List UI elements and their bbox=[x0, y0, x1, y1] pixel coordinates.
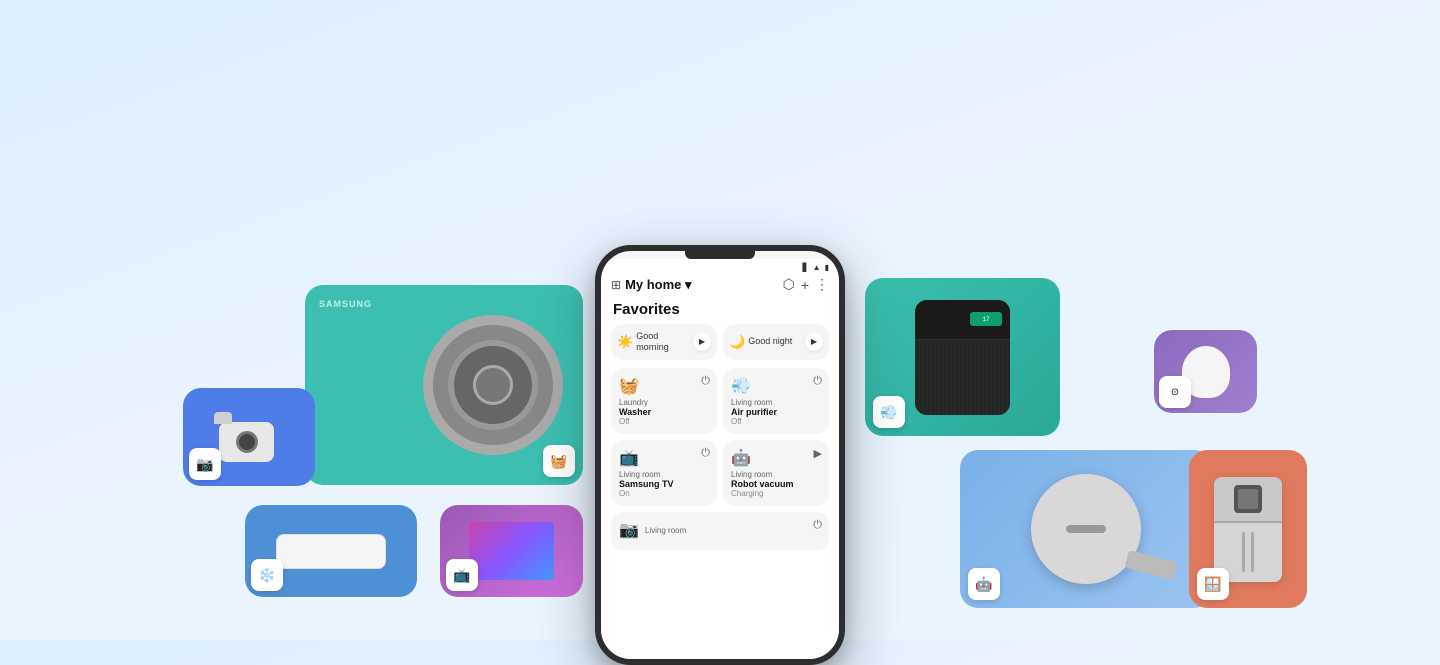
fridge-badge: 🪟 bbox=[1197, 568, 1229, 600]
device-tile-camera[interactable]: ⏻ 📷 Living room bbox=[611, 512, 829, 550]
vacuum-badge: 🤖 bbox=[968, 568, 1000, 600]
device-tile-tv[interactable]: ⏻ 📺 Living room Samsung TV On bbox=[611, 440, 717, 506]
vacuum-icon: 🤖 bbox=[731, 448, 821, 468]
tv-icon-tile: 📺 bbox=[619, 448, 709, 468]
purifier-name: Air purifier bbox=[731, 407, 821, 417]
vacuum-name: Robot vacuum bbox=[731, 479, 821, 489]
good-night-label: Good night bbox=[748, 336, 805, 347]
card-vacuum: 🤖 bbox=[960, 450, 1212, 608]
title-arrow: ▾ bbox=[685, 277, 692, 292]
washer-status: Off bbox=[619, 417, 709, 426]
favorites-title: Favorites bbox=[601, 297, 839, 324]
status-bar: ▋ ▲ ▮ bbox=[601, 259, 839, 272]
card-washer: SAMSUNG 🧺 bbox=[305, 285, 583, 485]
card-ac: ❄️ bbox=[245, 505, 417, 597]
card-tv: 📺 bbox=[440, 505, 583, 597]
phone-screen: ▋ ▲ ▮ ⊞ My home ▾ ⬡ + ⋮ Favorites ☀️ Goo… bbox=[601, 259, 839, 659]
google-badge: ⊙ bbox=[1159, 376, 1191, 408]
camera-room: Living room bbox=[645, 526, 686, 535]
camera-power[interactable]: ⏻ bbox=[813, 519, 822, 532]
signal-icon: ▋ bbox=[803, 263, 809, 272]
purifier-icon: 💨 bbox=[731, 376, 821, 396]
card-google-home: ⊙ bbox=[1154, 330, 1257, 413]
device-tile-purifier[interactable]: ⏻ 💨 Living room Air purifier Off bbox=[723, 368, 829, 434]
good-morning-label: Good morning bbox=[636, 331, 693, 353]
tv-badge: 📺 bbox=[446, 559, 478, 591]
ac-badge: ❄️ bbox=[251, 559, 283, 591]
washer-badge: 🧺 bbox=[543, 445, 575, 477]
purifier-room: Living room bbox=[731, 398, 821, 407]
vacuum-status: Charging bbox=[731, 489, 821, 498]
washer-visual bbox=[305, 285, 583, 485]
scenes-row: ☀️ Good morning ▶ 🌙 Good night ▶ bbox=[601, 324, 839, 368]
more-icon[interactable]: ⋮ bbox=[815, 276, 829, 293]
washer-power[interactable]: ⏻ bbox=[701, 375, 710, 388]
add-icon[interactable]: + bbox=[801, 277, 809, 293]
tv-room: Living room bbox=[619, 470, 709, 479]
bottom-device-row: ⏻ 📷 Living room bbox=[601, 512, 839, 554]
purifier-status: Off bbox=[731, 417, 821, 426]
sun-icon: ☀️ bbox=[617, 334, 633, 350]
phone-notch bbox=[685, 251, 755, 259]
smart-icon[interactable]: ⬡ bbox=[783, 276, 795, 293]
tv-power[interactable]: ⏻ bbox=[701, 447, 710, 460]
app-header-actions[interactable]: ⬡ + ⋮ bbox=[783, 276, 829, 293]
washer-room: Laundry bbox=[619, 398, 709, 407]
card-camera: 📷 bbox=[183, 388, 315, 486]
phone-mockup: ▋ ▲ ▮ ⊞ My home ▾ ⬡ + ⋮ Favorites ☀️ Goo… bbox=[595, 245, 845, 665]
tv-name: Samsung TV bbox=[619, 479, 709, 489]
scene-good-morning[interactable]: ☀️ Good morning ▶ bbox=[611, 324, 717, 360]
purifier-power[interactable]: ⏻ bbox=[813, 375, 822, 388]
grid-icon: ⊞ bbox=[611, 278, 621, 292]
app-title-text: My home bbox=[625, 277, 681, 292]
purifier-screen: 17 bbox=[970, 312, 1002, 326]
card-fridge: 🪟 bbox=[1189, 450, 1307, 608]
device-tile-washer[interactable]: ⏻ 🧺 Laundry Washer Off bbox=[611, 368, 717, 434]
washer-name: Washer bbox=[619, 407, 709, 417]
device-grid: ⏻ 🧺 Laundry Washer Off ⏻ 💨 Living room A… bbox=[601, 368, 839, 512]
camera-icon-tile: 📷 bbox=[619, 520, 639, 540]
tv-status: On bbox=[619, 489, 709, 498]
vacuum-play[interactable]: ▶ bbox=[814, 447, 822, 460]
good-morning-play[interactable]: ▶ bbox=[693, 333, 711, 351]
scene-good-night[interactable]: 🌙 Good night ▶ bbox=[723, 324, 829, 360]
device-tile-vacuum[interactable]: ▶ 🤖 Living room Robot vacuum Charging bbox=[723, 440, 829, 506]
app-header: ⊞ My home ▾ ⬡ + ⋮ bbox=[601, 272, 839, 297]
wifi-icon: ▲ bbox=[813, 263, 821, 272]
battery-icon: ▮ bbox=[825, 263, 829, 272]
washer-icon: 🧺 bbox=[619, 376, 709, 396]
moon-icon: 🌙 bbox=[729, 334, 745, 350]
app-title: My home ▾ bbox=[625, 277, 779, 293]
camera-badge: 📷 bbox=[189, 448, 221, 480]
good-night-play[interactable]: ▶ bbox=[805, 333, 823, 351]
card-purifier: 17 💨 bbox=[865, 278, 1060, 436]
purifier-badge: 💨 bbox=[873, 396, 905, 428]
vacuum-room: Living room bbox=[731, 470, 821, 479]
